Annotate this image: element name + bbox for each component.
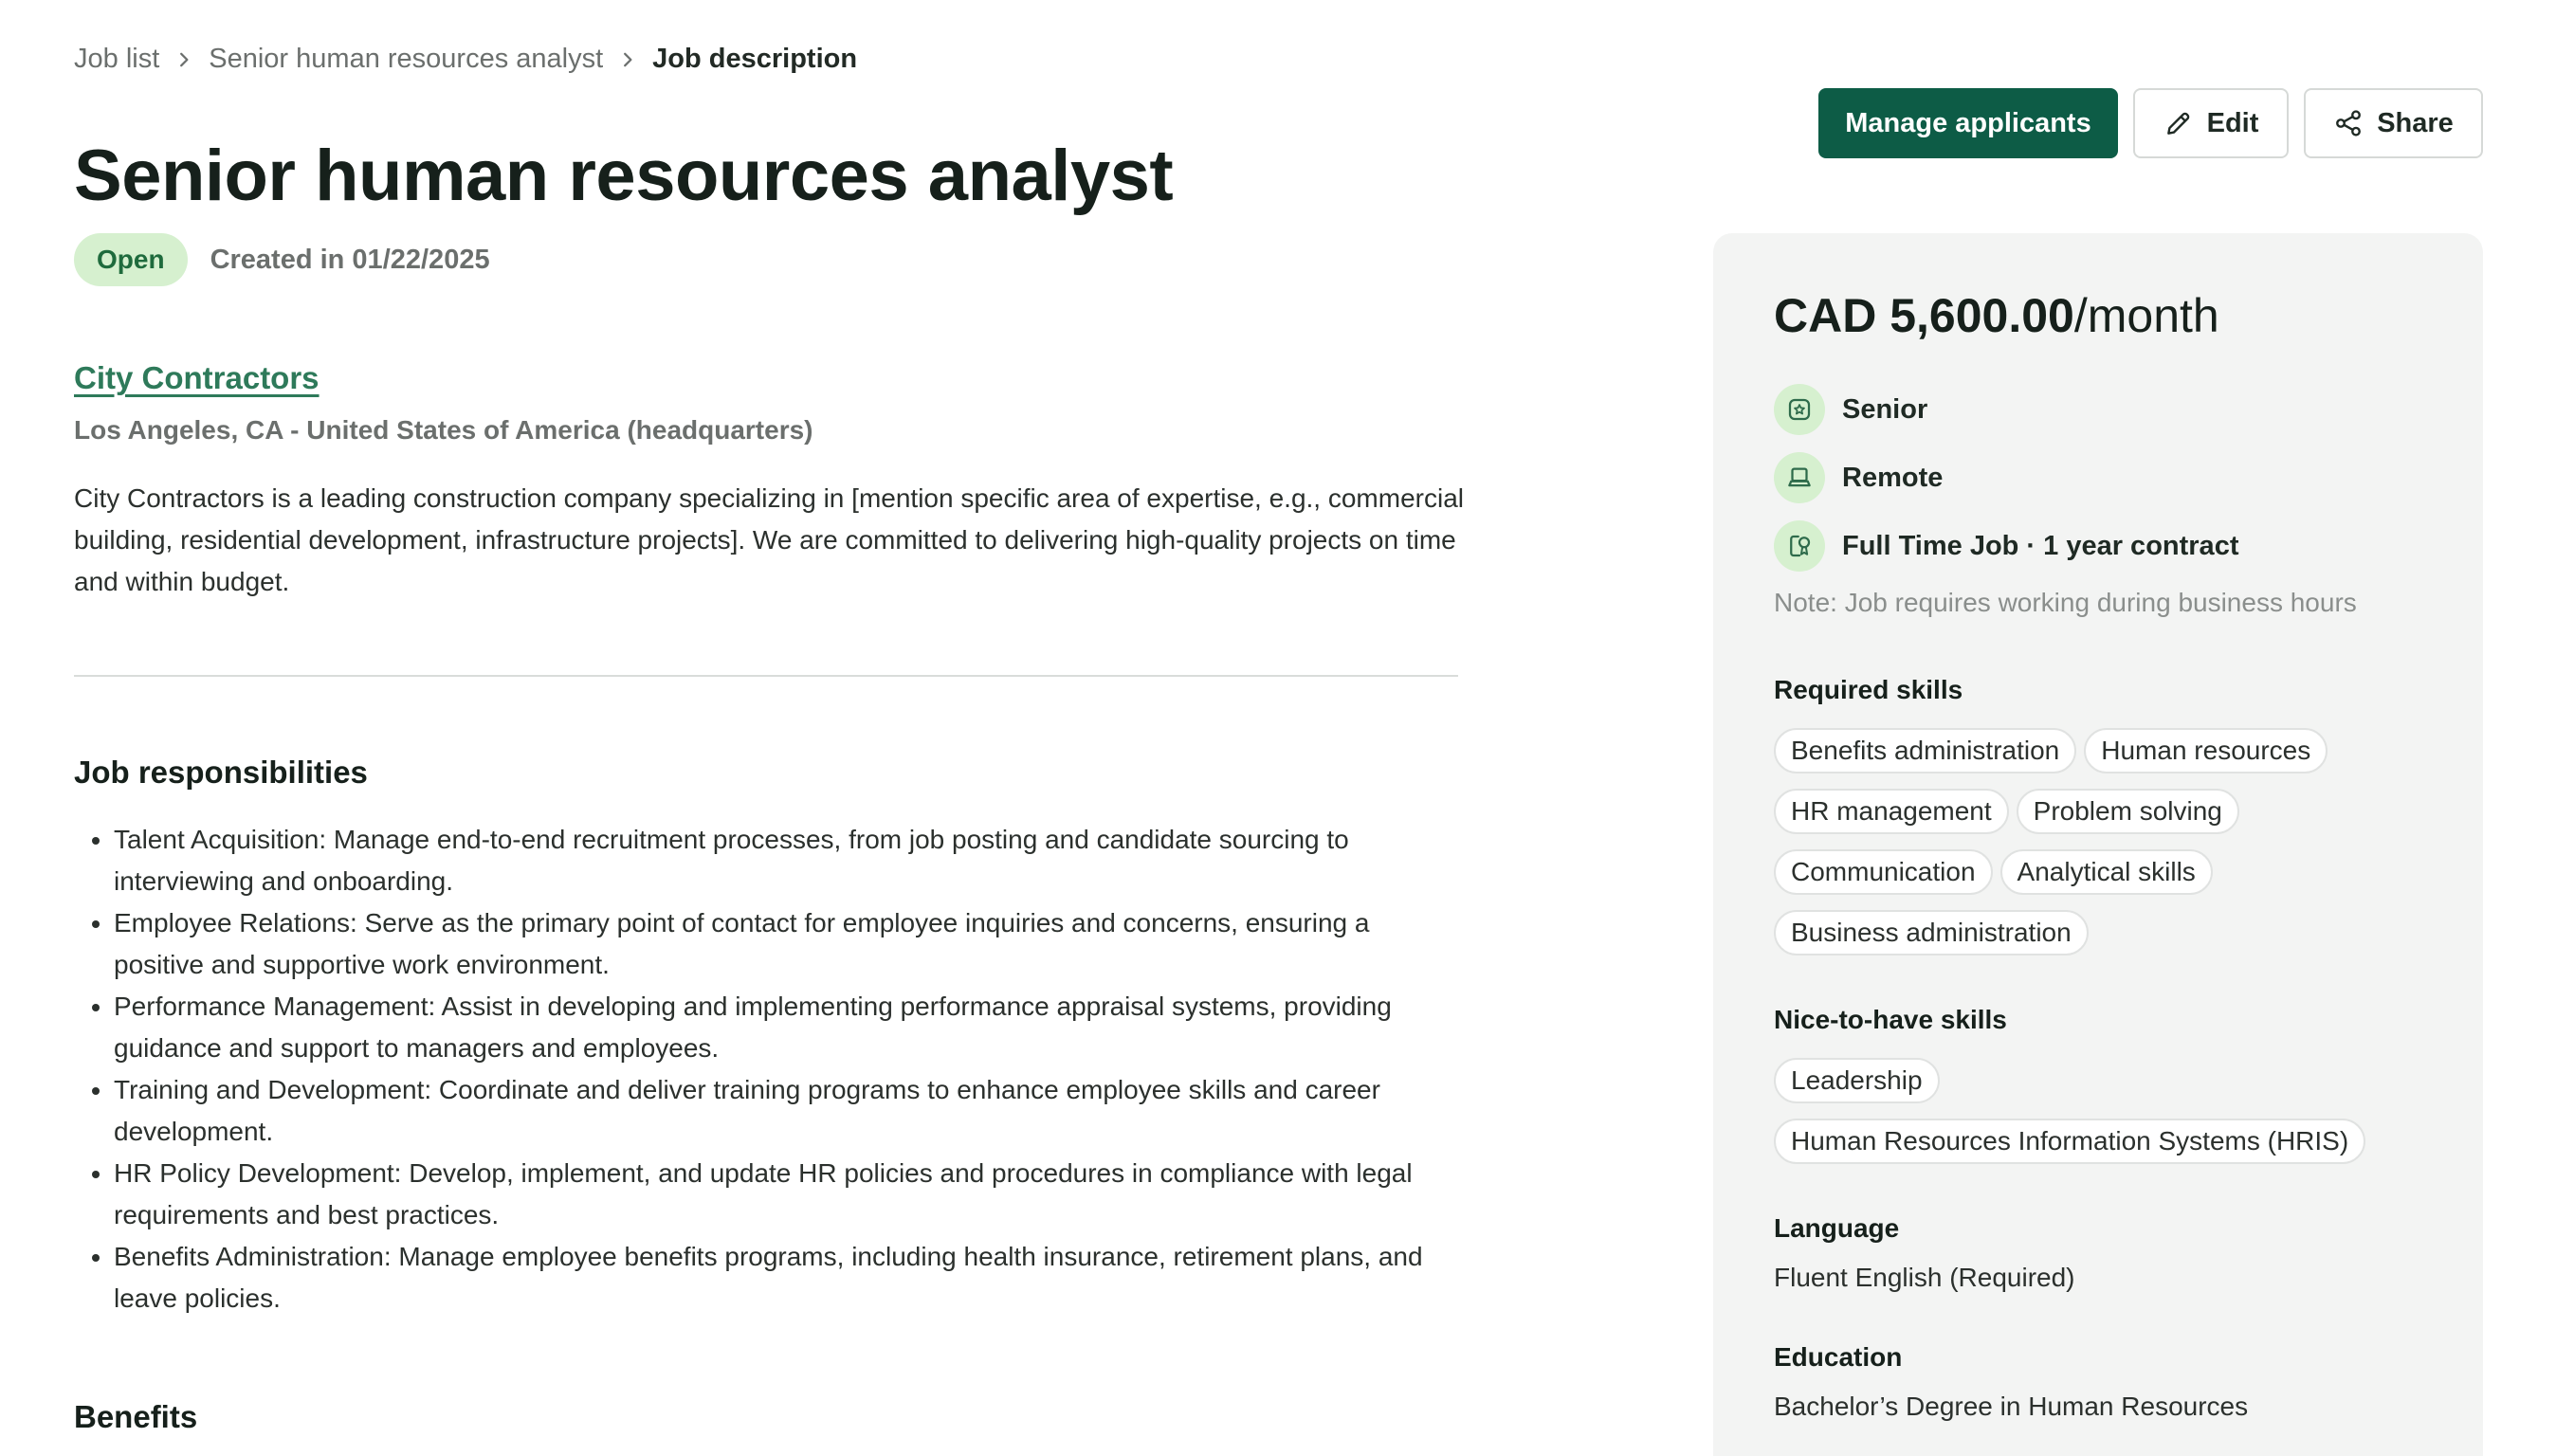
- action-bar: Manage applicants Edit Share: [1818, 88, 2483, 158]
- status-row: Open Created in 01/22/2025: [74, 233, 490, 286]
- skill-chip: Leadership: [1774, 1058, 1940, 1103]
- salary-amount: CAD 5,600.00: [1774, 289, 2074, 342]
- breadcrumb-job-title[interactable]: Senior human resources analyst: [209, 44, 603, 75]
- company-location: Los Angeles, CA - United States of Ameri…: [74, 415, 813, 445]
- attribute-seniority: Senior: [1774, 383, 2422, 436]
- skill-chip: Human Resources Information Systems (HRI…: [1774, 1119, 2366, 1164]
- edit-button[interactable]: Edit: [2133, 88, 2289, 158]
- share-button-label: Share: [2377, 107, 2454, 138]
- language-value: Fluent English (Required): [1774, 1263, 2075, 1292]
- attribute-location-type: Remote: [1774, 451, 2422, 504]
- skill-chip: Communication: [1774, 849, 1993, 895]
- pencil-icon: [2166, 112, 2189, 135]
- company-description: City Contractors is a leading constructi…: [74, 483, 1464, 596]
- required-skills-title: Required skills: [1774, 675, 1963, 704]
- list-item: Talent Acquisition: Manage end-to-end re…: [114, 819, 1463, 902]
- seniority-badge-icon: [1774, 384, 1825, 435]
- contract-icon: [1774, 520, 1825, 572]
- chevron-right-icon: [603, 51, 652, 68]
- salary: CAD 5,600.00/month: [1774, 288, 2422, 355]
- skill-chip: Problem solving: [2016, 789, 2239, 834]
- education-value: Bachelor’s Degree in Human Resources: [1774, 1392, 2249, 1421]
- page-title: Senior human resources analyst: [74, 136, 1174, 216]
- nice-skills-list: Leadership Human Resources Information S…: [1774, 1058, 2428, 1164]
- responsibilities-list: Talent Acquisition: Manage end-to-end re…: [74, 819, 1463, 1320]
- share-icon: [2336, 110, 2362, 136]
- breadcrumb: Job list Senior human resources analyst …: [74, 44, 857, 75]
- skill-chip: Business administration: [1774, 910, 2089, 956]
- edit-button-label: Edit: [2206, 107, 2259, 138]
- manage-applicants-button[interactable]: Manage applicants: [1818, 88, 2118, 158]
- attribute-contract: Full Time Job · 1 year contract: [1774, 519, 2422, 573]
- responsibilities-title: Job responsibilities: [74, 755, 368, 790]
- list-item: Training and Development: Coordinate and…: [114, 1069, 1463, 1153]
- chevron-right-icon: [159, 51, 209, 68]
- skill-chip: HR management: [1774, 789, 2009, 834]
- nice-skills-title: Nice-to-have skills: [1774, 1005, 2007, 1034]
- divider: [74, 675, 1458, 677]
- company-link[interactable]: City Contractors: [74, 360, 320, 396]
- job-summary-card: CAD 5,600.00/month Senior Remote Full Ti…: [1713, 233, 2483, 1456]
- attribute-label: Full Time Job · 1 year contract: [1842, 530, 2239, 561]
- attribute-label: Remote: [1842, 462, 1944, 493]
- breadcrumb-current: Job description: [652, 44, 858, 74]
- required-skills-list: Benefits administration Human resources …: [1774, 728, 2428, 956]
- list-item: Benefits Administration: Manage employee…: [114, 1236, 1463, 1320]
- status-badge: Open: [74, 233, 188, 286]
- job-description-page: Job list Senior human resources analyst …: [0, 0, 2556, 1456]
- attribute-label: Senior: [1842, 393, 1928, 425]
- benefits-title: Benefits: [74, 1399, 198, 1434]
- skill-chip: Human resources: [2084, 728, 2328, 774]
- skill-chip: Analytical skills: [1999, 849, 2213, 895]
- skill-chip: Benefits administration: [1774, 728, 2077, 774]
- list-item: Performance Management: Assist in develo…: [114, 986, 1463, 1069]
- education-title: Education: [1774, 1342, 1903, 1372]
- list-item: Employee Relations: Serve as the primary…: [114, 902, 1463, 986]
- working-hours-note: Note: Job requires working during busine…: [1774, 588, 2357, 617]
- language-title: Language: [1774, 1213, 1900, 1243]
- list-item: HR Policy Development: Develop, implemen…: [114, 1153, 1463, 1236]
- laptop-icon: [1774, 452, 1825, 503]
- created-date: Created in 01/22/2025: [210, 244, 490, 275]
- salary-period: /month: [2073, 289, 2219, 342]
- breadcrumb-job-list[interactable]: Job list: [74, 44, 159, 75]
- share-button[interactable]: Share: [2304, 88, 2483, 158]
